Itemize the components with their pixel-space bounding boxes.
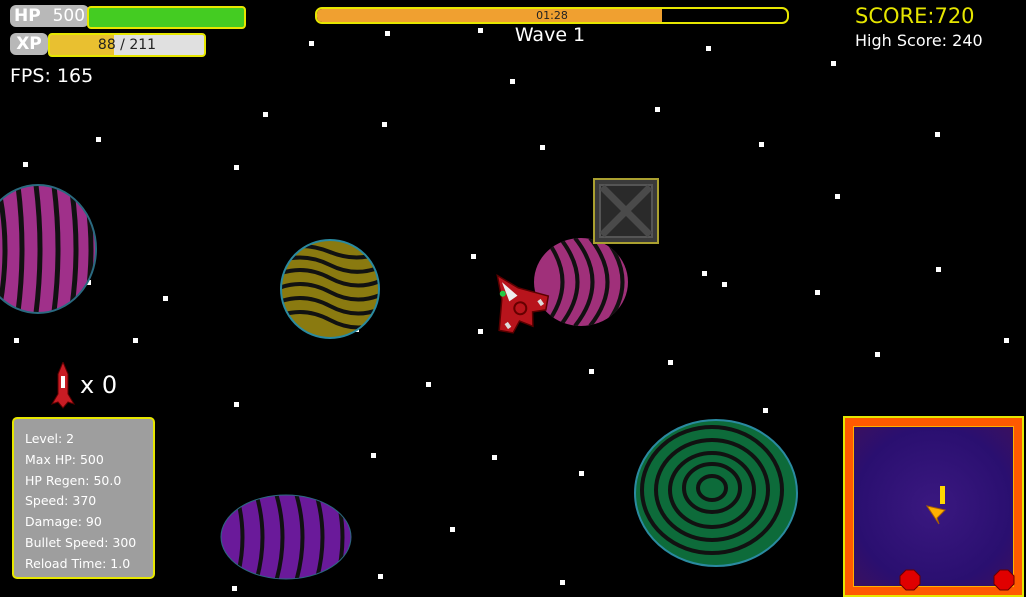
stat-line: Damage: 90 <box>25 514 102 530</box>
minimap <box>843 416 1024 597</box>
crate-icon[interactable] <box>593 178 659 244</box>
fps-counter: FPS: 165 <box>10 65 94 87</box>
stat-line: HP Regen: 50.0 <box>25 472 122 488</box>
minimap-enemy-icon <box>993 569 1015 591</box>
missile-count: x 0 <box>80 371 118 399</box>
score-label: SCORE:720 <box>855 4 975 28</box>
planet-purple-bottom <box>220 494 352 580</box>
minimap-player-icon <box>925 486 946 525</box>
planet-purple-center <box>534 238 648 328</box>
hp-badge: HP 500 <box>10 5 90 27</box>
player-stats-panel: Level: 2 Max HP: 500 HP Regen: 50.0 Speed: … <box>12 417 155 579</box>
xp-bar: 88 / 211 <box>48 33 206 57</box>
stat-line: Level: 2 <box>25 431 75 446</box>
xp-badge: XP <box>10 33 48 55</box>
minimap-enemy-icon <box>899 569 921 591</box>
hp-value: 500 <box>52 6 86 26</box>
high-score-label: High Score: 240 <box>855 31 983 50</box>
stat-line: Speed: 370 <box>25 493 97 509</box>
xp-label: XP <box>16 34 42 54</box>
hp-bar <box>87 6 246 29</box>
stat-line: Max HP: 500 <box>25 451 104 467</box>
planet-olive <box>280 239 380 339</box>
wave-label: Wave 1 <box>514 24 586 46</box>
xp-text: 88 / 211 <box>97 37 157 53</box>
hp-label: HP <box>14 6 41 26</box>
planet-magenta-left <box>0 184 97 314</box>
stat-line: Bullet Speed: 300 <box>25 534 137 550</box>
wave-timer-bar: 01:28 <box>315 7 789 24</box>
missile-icon <box>50 362 76 409</box>
wave-timer-text: 01:28 <box>536 9 568 22</box>
planet-green-rings <box>634 419 798 567</box>
stat-line: Reload Time: 1.0 <box>25 555 131 571</box>
